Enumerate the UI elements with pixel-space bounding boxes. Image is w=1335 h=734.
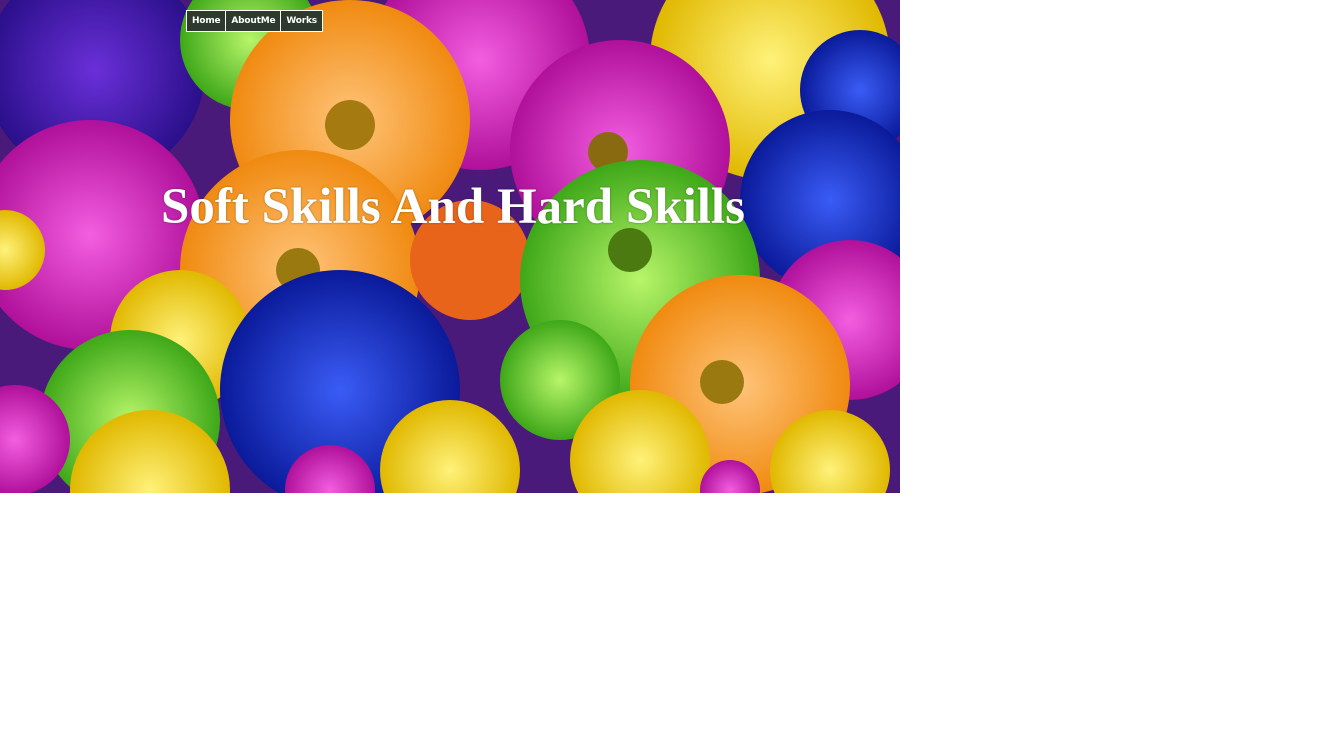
hero-banner: Home AboutMe Works Soft Skills And Hard … (0, 0, 900, 493)
top-nav: Home AboutMe Works (186, 10, 323, 32)
page-title: Soft Skills And Hard Skills (161, 179, 745, 235)
flowers-background-image (0, 0, 900, 493)
nav-link-works[interactable]: Works (281, 11, 322, 31)
nav-link-home[interactable]: Home (187, 11, 226, 31)
nav-link-aboutme[interactable]: AboutMe (226, 11, 281, 31)
